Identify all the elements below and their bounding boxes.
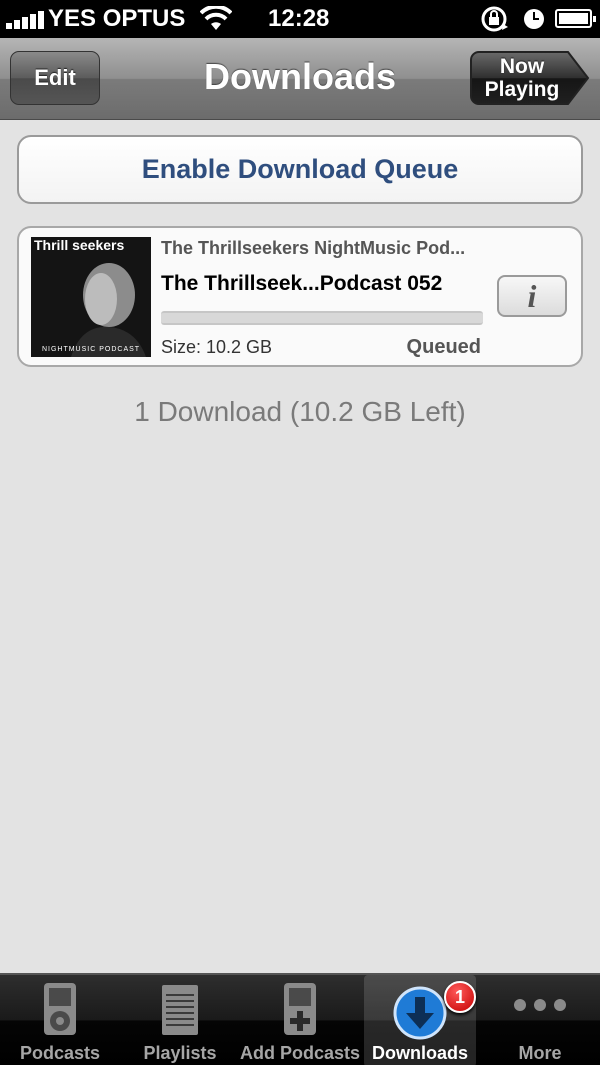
tab-playlists[interactable]: Playlists <box>120 975 240 1065</box>
artwork-subtitle: NIGHTMUSIC PODCAST <box>41 346 141 353</box>
episode-title: The Thrillseek...Podcast 052 <box>161 272 443 295</box>
episode-size: Size: 10.2 GB <box>161 337 273 357</box>
now-playing-label: Now Playing <box>484 55 560 101</box>
status-time: 12:28 <box>268 5 330 32</box>
tab-label: Downloads <box>371 1043 468 1063</box>
edit-button[interactable]: Edit <box>10 51 100 105</box>
tab-label: Add Podcasts <box>240 1043 361 1063</box>
downloads-summary: 1 Download (10.2 GB Left) <box>134 396 466 427</box>
ipod-icon <box>44 983 76 1035</box>
playlist-icon <box>162 985 198 1035</box>
add-podcast-icon <box>284 983 316 1035</box>
navigation-bar: Edit Downloads Now Playing <box>0 38 600 120</box>
alarm-icon <box>524 9 544 29</box>
artwork-portrait-image <box>31 237 151 357</box>
more-dots-icon <box>514 999 566 1011</box>
tab-bar: Podcasts Playlists Add Podcasts 1 Downlo… <box>0 973 600 1065</box>
download-status: Queued <box>406 336 481 358</box>
artwork-title: Thrill seekers <box>34 237 125 253</box>
download-progress-bar <box>161 311 483 325</box>
enable-download-queue-button[interactable]: Enable Download Queue <box>17 135 583 204</box>
page-title: Downloads <box>203 56 396 97</box>
carrier-name: YES OPTUS <box>48 5 186 32</box>
tab-podcasts[interactable]: Podcasts <box>0 975 120 1065</box>
rotation-lock-icon <box>481 6 508 32</box>
tab-label: More <box>518 1043 562 1063</box>
status-bar: YES OPTUS 12:28 <box>0 0 600 38</box>
podcast-artwork: Thrill seekers NIGHTMUSIC PODCAST <box>31 237 151 357</box>
tab-downloads[interactable]: 1 Downloads <box>364 975 476 1065</box>
podcast-name: The Thrillseekers NightMusic Pod... <box>161 238 466 258</box>
tab-label: Podcasts <box>19 1043 101 1063</box>
tab-more[interactable]: More <box>480 975 600 1065</box>
tab-add-podcasts[interactable]: Add Podcasts <box>240 975 360 1065</box>
signal-strength-icon <box>6 9 46 29</box>
battery-icon <box>555 9 596 28</box>
download-list-item[interactable]: Thrill seekers NIGHTMUSIC PODCAST The Th… <box>17 226 583 367</box>
info-button[interactable]: i <box>497 275 567 317</box>
now-playing-button[interactable]: Now Playing <box>470 51 590 105</box>
wifi-icon <box>200 6 232 30</box>
tab-label: Playlists <box>143 1043 217 1063</box>
download-arrow-icon <box>393 986 447 1040</box>
downloads-count-badge: 1 <box>444 981 476 1013</box>
